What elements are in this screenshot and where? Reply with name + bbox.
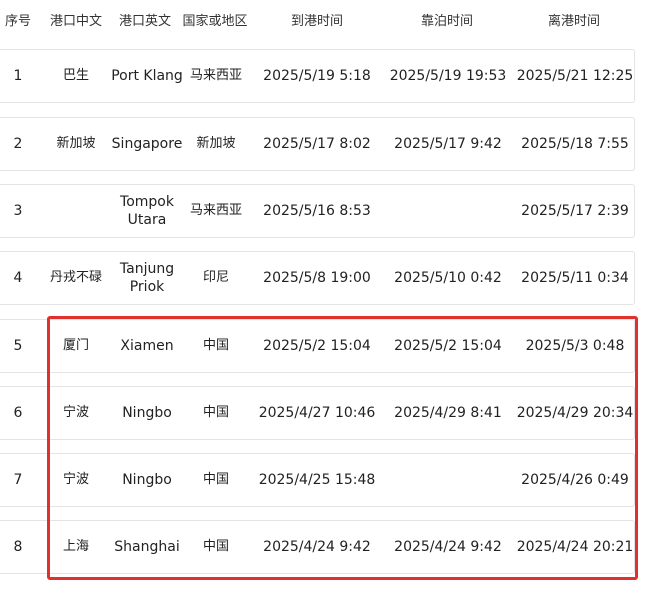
table-row[interactable]: 1 巴生 Port Klang 马来西亚 2025/5/19 5:18 2025… <box>0 49 636 105</box>
cell-port-en: Ningbo <box>122 472 172 488</box>
cell-country: 马来西亚 <box>189 68 242 83</box>
cell-port-en: Ningbo <box>122 405 172 421</box>
cell-arrival: 2025/5/8 19:00 <box>263 270 371 286</box>
cell-seq: 8 <box>13 539 23 555</box>
cell-seq: 2 <box>13 136 23 152</box>
cell-port-cn: 丹戎不碌 <box>49 270 102 285</box>
table-row[interactable]: 4 丹戎不碌 Tanjung Priok 印尼 2025/5/8 19:00 2… <box>0 251 636 307</box>
cell-country: 中国 <box>202 405 229 420</box>
cell-departure: 2025/5/21 12:25 <box>516 68 634 84</box>
cell-berthing: 2025/5/2 15:04 <box>394 338 502 354</box>
cell-port-cn: 宁波 <box>62 405 89 420</box>
cell-seq: 3 <box>13 203 23 219</box>
cell-departure: 2025/4/26 0:49 <box>521 472 629 488</box>
header-seq: 序号 <box>4 14 31 29</box>
header-berthing: 靠泊时间 <box>420 14 473 29</box>
header-port-cn: 港口中文 <box>49 14 102 29</box>
cell-berthing: 2025/5/10 0:42 <box>394 270 502 286</box>
cell-departure: 2025/4/24 20:21 <box>516 539 634 555</box>
cell-arrival: 2025/5/19 5:18 <box>263 68 371 84</box>
header-country: 国家或地区 <box>182 14 248 29</box>
table-row[interactable]: 7 宁波 Ningbo 中国 2025/4/25 15:48 2025/4/26… <box>0 453 636 509</box>
table-row[interactable]: 6 宁波 Ningbo 中国 2025/4/27 10:46 2025/4/29… <box>0 386 636 442</box>
cell-seq: 5 <box>13 338 23 354</box>
table-row[interactable]: 3 Tompok Utara 马来西亚 2025/5/16 8:53 2025/… <box>0 184 636 240</box>
cell-port-cn: 巴生 <box>62 68 89 83</box>
cell-berthing: 2025/5/19 19:53 <box>389 68 507 84</box>
header-port-en: 港口英文 <box>118 14 171 29</box>
table-row[interactable]: 8 上海 Shanghai 中国 2025/4/24 9:42 2025/4/2… <box>0 520 636 576</box>
cell-port-cn: 厦门 <box>62 338 89 353</box>
cell-seq: 6 <box>13 405 23 421</box>
cell-port-cn: 上海 <box>62 539 89 554</box>
cell-port-en: Singapore <box>111 136 183 152</box>
table-row[interactable]: 2 新加坡 Singapore 新加坡 2025/5/17 8:02 2025/… <box>0 117 636 173</box>
cell-departure: 2025/5/18 7:55 <box>521 136 629 152</box>
cell-country: 中国 <box>202 338 229 353</box>
header-arrival: 到港时间 <box>290 14 343 29</box>
cell-port-en: Tompok Utara <box>120 194 174 228</box>
cell-port-cn: 宁波 <box>62 472 89 487</box>
cell-port-en: Tanjung Priok <box>119 261 175 295</box>
cell-arrival: 2025/5/17 8:02 <box>263 136 371 152</box>
cell-seq: 4 <box>13 270 23 286</box>
cell-country: 马来西亚 <box>189 203 242 218</box>
cell-port-en: Port Klang <box>111 68 183 84</box>
cell-country: 印尼 <box>202 270 229 285</box>
cell-berthing <box>388 184 508 238</box>
cell-seq: 1 <box>13 68 23 84</box>
cell-seq: 7 <box>13 472 23 488</box>
cell-port-cn: 新加坡 <box>56 136 96 151</box>
table-row[interactable]: 5 厦门 Xiamen 中国 2025/5/2 15:04 2025/5/2 1… <box>0 319 636 375</box>
cell-country: 中国 <box>202 539 229 554</box>
cell-arrival: 2025/5/2 15:04 <box>263 338 371 354</box>
cell-berthing: 2025/5/17 9:42 <box>394 136 502 152</box>
cell-port-cn <box>45 184 107 238</box>
cell-country: 中国 <box>202 472 229 487</box>
cell-port-en: Xiamen <box>120 338 174 354</box>
cell-port-en: Shanghai <box>114 539 180 555</box>
cell-arrival: 2025/4/27 10:46 <box>258 405 376 421</box>
cell-country: 新加坡 <box>196 136 236 151</box>
cell-arrival: 2025/5/16 8:53 <box>263 203 371 219</box>
cell-arrival: 2025/4/25 15:48 <box>258 472 376 488</box>
cell-departure: 2025/5/3 0:48 <box>525 338 625 354</box>
cell-departure: 2025/5/17 2:39 <box>521 203 629 219</box>
cell-arrival: 2025/4/24 9:42 <box>263 539 371 555</box>
header-departure: 离港时间 <box>547 14 600 29</box>
cell-berthing: 2025/4/29 8:41 <box>394 405 502 421</box>
cell-berthing: 2025/4/24 9:42 <box>394 539 502 555</box>
cell-berthing <box>388 453 508 507</box>
cell-departure: 2025/4/29 20:34 <box>516 405 634 421</box>
cell-departure: 2025/5/11 0:34 <box>521 270 629 286</box>
